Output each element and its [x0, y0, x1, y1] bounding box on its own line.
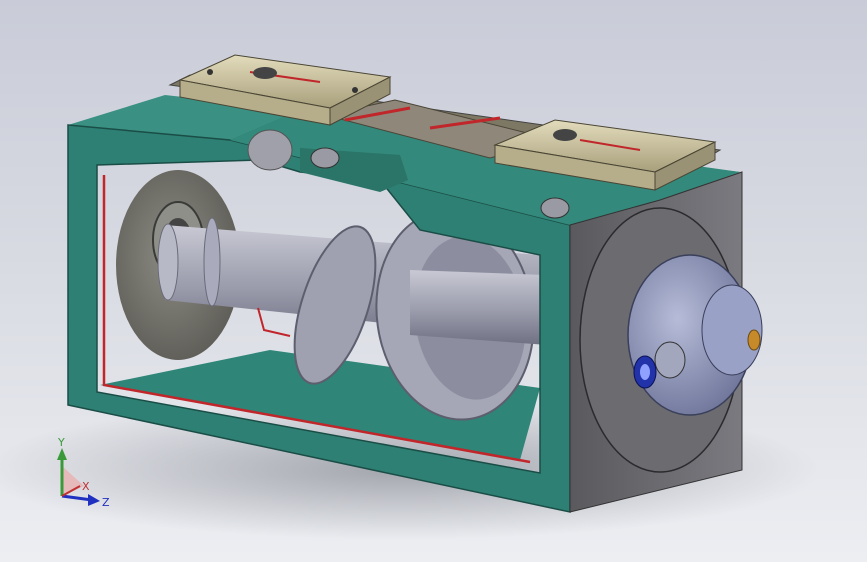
right-carriage-cap — [553, 129, 577, 141]
rear-post — [247, 129, 293, 171]
triad-plane — [62, 466, 84, 496]
screw-shaft-front — [410, 270, 548, 345]
triad-z-label: Z — [102, 496, 110, 509]
coordinate-triad: Y X Z — [57, 438, 110, 509]
left-carriage-cap — [253, 67, 277, 79]
triad-y-arrow — [57, 448, 67, 460]
left-post — [310, 147, 340, 169]
right-post — [540, 197, 570, 219]
cad-model[interactable] — [0, 0, 867, 562]
blue-fitting-inner — [640, 364, 650, 380]
triad-x-label: X — [82, 480, 90, 493]
left-carriage-bolt-1 — [207, 69, 213, 75]
triad-y-label: Y — [57, 438, 65, 449]
triad-z-axis — [61, 494, 93, 502]
left-carriage-bolt-2 — [352, 87, 358, 93]
screw-shaft-end — [157, 223, 179, 301]
triad-z-arrow — [88, 494, 100, 506]
graphics-viewport[interactable]: Y X Z — [0, 0, 867, 562]
shaft-step — [203, 217, 221, 307]
nut-outer — [654, 341, 686, 379]
motor-adjust-screw — [747, 329, 761, 351]
